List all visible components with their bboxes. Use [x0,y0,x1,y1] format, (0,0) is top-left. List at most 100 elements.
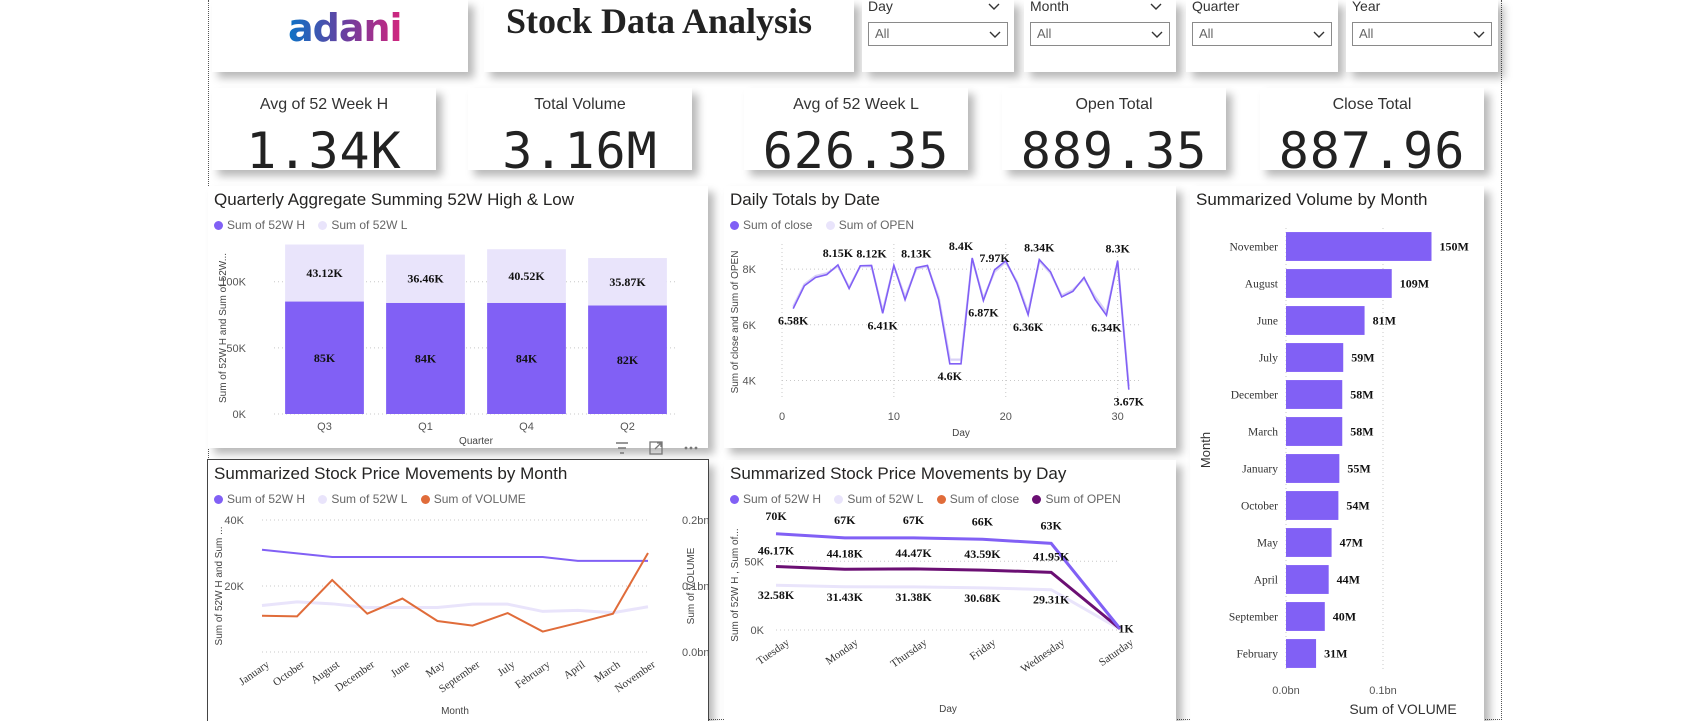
data-label: 63K [1041,518,1063,532]
data-label: 36.46K [407,272,444,286]
data-label: 6.34K [1091,320,1122,334]
data-label: 6.87K [968,306,999,320]
data-label: 54M [1346,499,1369,513]
chevron-down-icon [1473,31,1485,38]
data-label: 67K [903,513,925,527]
data-label: 81M [1373,314,1396,328]
x-tick-label: Q4 [519,421,534,433]
y-axis-label: Month [1198,432,1213,468]
data-label: 8.15K [823,246,854,260]
y-tick-label: 50K [226,343,246,355]
x-tick-label: 20 [1000,411,1012,423]
data-label: 35.87K [609,275,646,289]
slicer-year: Year All [1346,0,1498,72]
slicer-month-label: Month [1030,0,1069,14]
chart-card-price-month[interactable]: Summarized Stock Price Movements by Mont… [207,459,709,721]
bar-volume [1286,417,1343,446]
slicer-year-dropdown[interactable]: All [1352,22,1492,46]
daily-chart-svg: 4K 6K 8K 0 10 20 30 6.58K 8.15K 8.12K 6.41K 8.13K 4.… [730,239,1145,439]
bar-volume [1286,380,1343,409]
kpi-label: Total Volume [534,96,626,113]
data-label: 82K [617,353,639,367]
y2-tick-label: 0.0bn [682,647,708,659]
bar-volume [1286,454,1340,483]
x-tick-label: Wednesday [1019,636,1068,675]
chevron-down-icon [989,31,1001,38]
more-options-icon[interactable] [682,440,700,456]
adani-logo: adani [288,6,403,50]
slicer-day-value: All [875,26,890,41]
data-label: 31.38K [895,590,932,604]
chevron-down-icon [1313,31,1325,38]
data-label: 44.47K [895,546,932,560]
focus-mode-icon[interactable] [648,440,664,456]
kpi-value: 887.96 [1278,122,1466,180]
kpi-label: Avg of 52 Week L [793,96,919,113]
chevron-down-icon[interactable] [986,0,1002,14]
x-tick-label: 0 [779,411,785,423]
x-tick-label: 30 [1112,411,1124,423]
line-series [261,600,649,615]
chart-card-volume-month[interactable]: Summarized Volume by Month 0.0bn 0.1bn 150… [1190,186,1484,721]
slicer-day-dropdown[interactable]: All [868,22,1008,46]
bar-volume [1286,232,1432,261]
slicer-day: Day All [862,0,1014,72]
data-label: 58M [1350,388,1373,402]
y-tick-label: 40K [224,515,244,527]
line-series [261,548,648,562]
bar-volume [1286,269,1392,298]
x-tick-label: May [424,658,448,680]
filter-icon[interactable] [614,440,630,456]
x-tick-label: December [333,658,377,694]
x-tick-label: 0.0bn [1272,685,1300,697]
data-label: 85K [314,351,336,365]
data-label: 43.12K [306,266,343,280]
y-tick-label: January [1242,464,1278,476]
data-label: 66K [972,514,994,528]
x-tick-label: April [562,659,588,682]
slicer-quarter-dropdown[interactable]: All [1192,22,1332,46]
data-label: 30.68K [964,591,1001,605]
y-tick-label: 0K [751,625,765,637]
y-axis-label: Sum of close and Sum of OPEN [730,251,741,394]
data-label: 7.97K [979,251,1010,265]
bar-volume [1286,343,1344,372]
data-label: 6.41K [868,318,899,332]
x-tick-label: June [389,659,412,680]
data-label: 29.31K [1033,593,1070,607]
data-label: 44M [1337,573,1360,587]
data-label: 40M [1333,610,1356,624]
slicer-month-dropdown[interactable]: All [1030,22,1170,46]
data-label: 8.3K [1105,242,1130,256]
data-label: 40.52K [508,269,545,283]
data-label: 70K [765,509,787,523]
data-label: 31M [1324,647,1347,661]
slicer-month: Month All [1024,0,1176,72]
kpi-value: 889.35 [1020,122,1208,180]
x-tick-label: Q2 [620,421,635,433]
y-axis-label: Sum of 52W H and Sum ... [214,527,225,646]
kpi-label: Close Total [1332,96,1412,113]
x-tick-label: January [237,658,272,688]
data-label: 3.67K [1114,395,1145,409]
x-tick-label: 10 [888,411,900,423]
y2-tick-label: 0.2bn [682,515,708,527]
data-label: 8.34K [1024,241,1055,255]
data-label: 31.43K [827,590,864,604]
chart-card-quarterly[interactable]: Quarterly Aggregate Summing 52W High & L… [208,186,708,448]
y-tick-label: 8K [743,264,757,276]
y-tick-label: March [1248,427,1278,439]
chart-card-price-day[interactable]: Summarized Stock Price Movements by Day … [724,460,1176,721]
kpi-label: Open Total [1075,96,1153,113]
bar-volume [1286,491,1339,520]
data-label: 8.12K [856,247,887,261]
x-tick-label: February [513,658,553,691]
x-tick-label: 0.1bn [1369,685,1397,697]
y-tick-label: December [1231,390,1278,402]
y-tick-label: September [1229,612,1278,624]
y-tick-label: 0K [233,409,247,421]
data-label: 8.4K [949,239,974,253]
data-label: 1K [1118,622,1134,636]
chart-card-daily[interactable]: Daily Totals by Date Sum of close Sum of… [724,186,1176,448]
chevron-down-icon[interactable] [1148,0,1164,14]
